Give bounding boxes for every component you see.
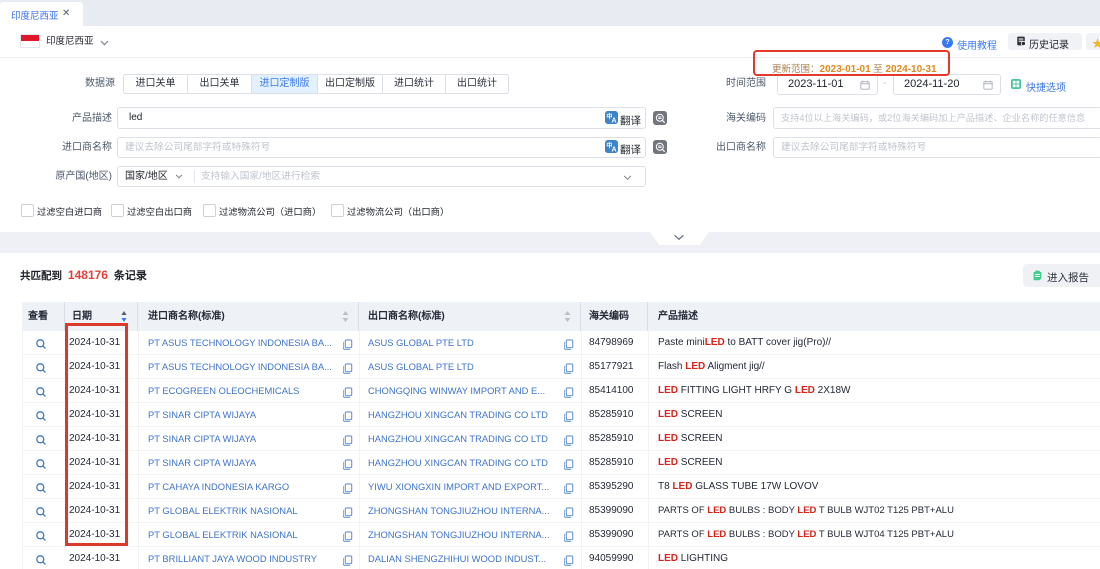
svg-text:A: A (612, 147, 617, 153)
svg-text:A: A (612, 118, 617, 124)
